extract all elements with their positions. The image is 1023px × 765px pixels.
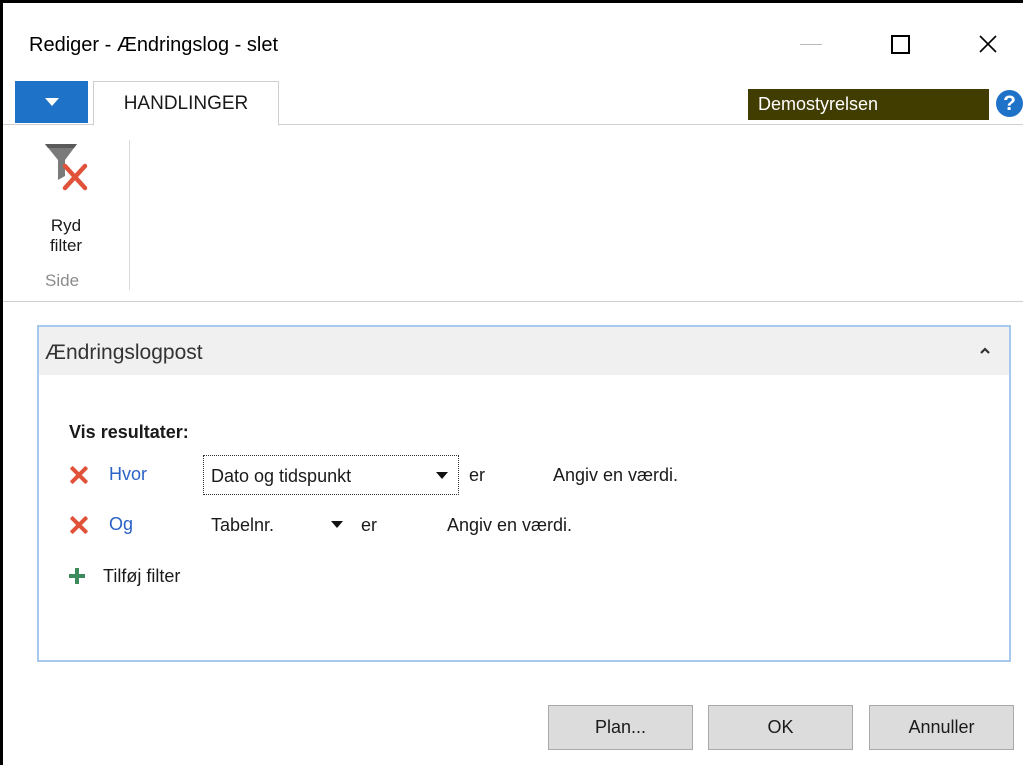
close-icon — [979, 35, 997, 53]
tab-handlinger[interactable]: HANDLINGER — [93, 81, 279, 126]
clear-filter-label-line1: Ryd — [50, 216, 82, 235]
chevron-up-icon[interactable] — [977, 343, 993, 359]
filter-value-input[interactable]: Angiv en værdi. — [553, 465, 678, 486]
maximize-button[interactable] — [870, 21, 930, 67]
filter-field-value: Dato og tidspunkt — [211, 466, 352, 486]
fasttab-header[interactable]: Ændringslogpost — [39, 327, 1009, 375]
ok-button[interactable]: OK — [708, 705, 853, 750]
clear-filter-label-line2: filter — [49, 236, 83, 255]
filter-conjunction-link[interactable]: Og — [109, 514, 133, 535]
filter-row: Og Tabelnr. er Angiv en værdi. — [39, 505, 1009, 545]
ribbon-group-divider — [129, 140, 130, 290]
filter-field-select[interactable]: Dato og tidspunkt — [203, 455, 459, 495]
dropdown-arrow-icon[interactable] — [331, 521, 343, 528]
window-title: Rediger - Ændringslog - slet — [29, 34, 278, 56]
close-button[interactable] — [958, 21, 1018, 67]
title-bar: Rediger - Ændringslog - slet — [3, 3, 1023, 81]
filter-conjunction-link[interactable]: Hvor — [109, 464, 147, 485]
plan-button[interactable]: Plan... — [548, 705, 693, 750]
ribbon-group-label: Side — [45, 271, 80, 290]
show-results-label: Vis resultater: — [69, 422, 189, 442]
filter-row: Hvor Dato og tidspunkt er Angiv en værdi… — [39, 455, 1009, 495]
clear-filter-label: Ryd filter — [35, 216, 97, 256]
funnel-clear-icon — [45, 144, 88, 191]
plus-icon — [69, 568, 85, 584]
clear-filter-button[interactable]: Ryd filter — [35, 136, 97, 268]
add-filter-button[interactable]: Tilføj filter — [69, 565, 269, 589]
filter-value-input[interactable]: Angiv en værdi. — [447, 515, 572, 536]
maximize-icon — [890, 34, 910, 54]
filter-operator: er — [361, 515, 378, 535]
company-badge: Demostyrelsen — [748, 89, 989, 120]
minimize-button[interactable] — [781, 21, 841, 67]
remove-filter-icon[interactable] — [69, 465, 89, 485]
cancel-button[interactable]: Annuller — [869, 705, 1014, 750]
fasttab-title: Ændringslogpost — [45, 341, 203, 364]
fasttab-panel: Ændringslogpost Vis resultater: Hvor Dat… — [37, 325, 1011, 662]
dialog-window: Rediger - Ændringslog - slet HANDLINGER … — [0, 0, 1023, 765]
caret-down-icon — [44, 97, 59, 106]
minimize-icon — [800, 43, 822, 45]
add-filter-label: Tilføj filter — [103, 566, 181, 586]
ribbon-panel: Ryd filter Side — [3, 126, 1023, 302]
filter-operator: er — [469, 465, 486, 485]
help-icon[interactable]: ? — [996, 90, 1023, 117]
dropdown-arrow-icon — [436, 472, 448, 479]
filter-field-select[interactable]: Tabelnr. — [211, 515, 274, 536]
application-menu-button[interactable] — [15, 81, 88, 123]
remove-filter-icon[interactable] — [69, 515, 89, 535]
